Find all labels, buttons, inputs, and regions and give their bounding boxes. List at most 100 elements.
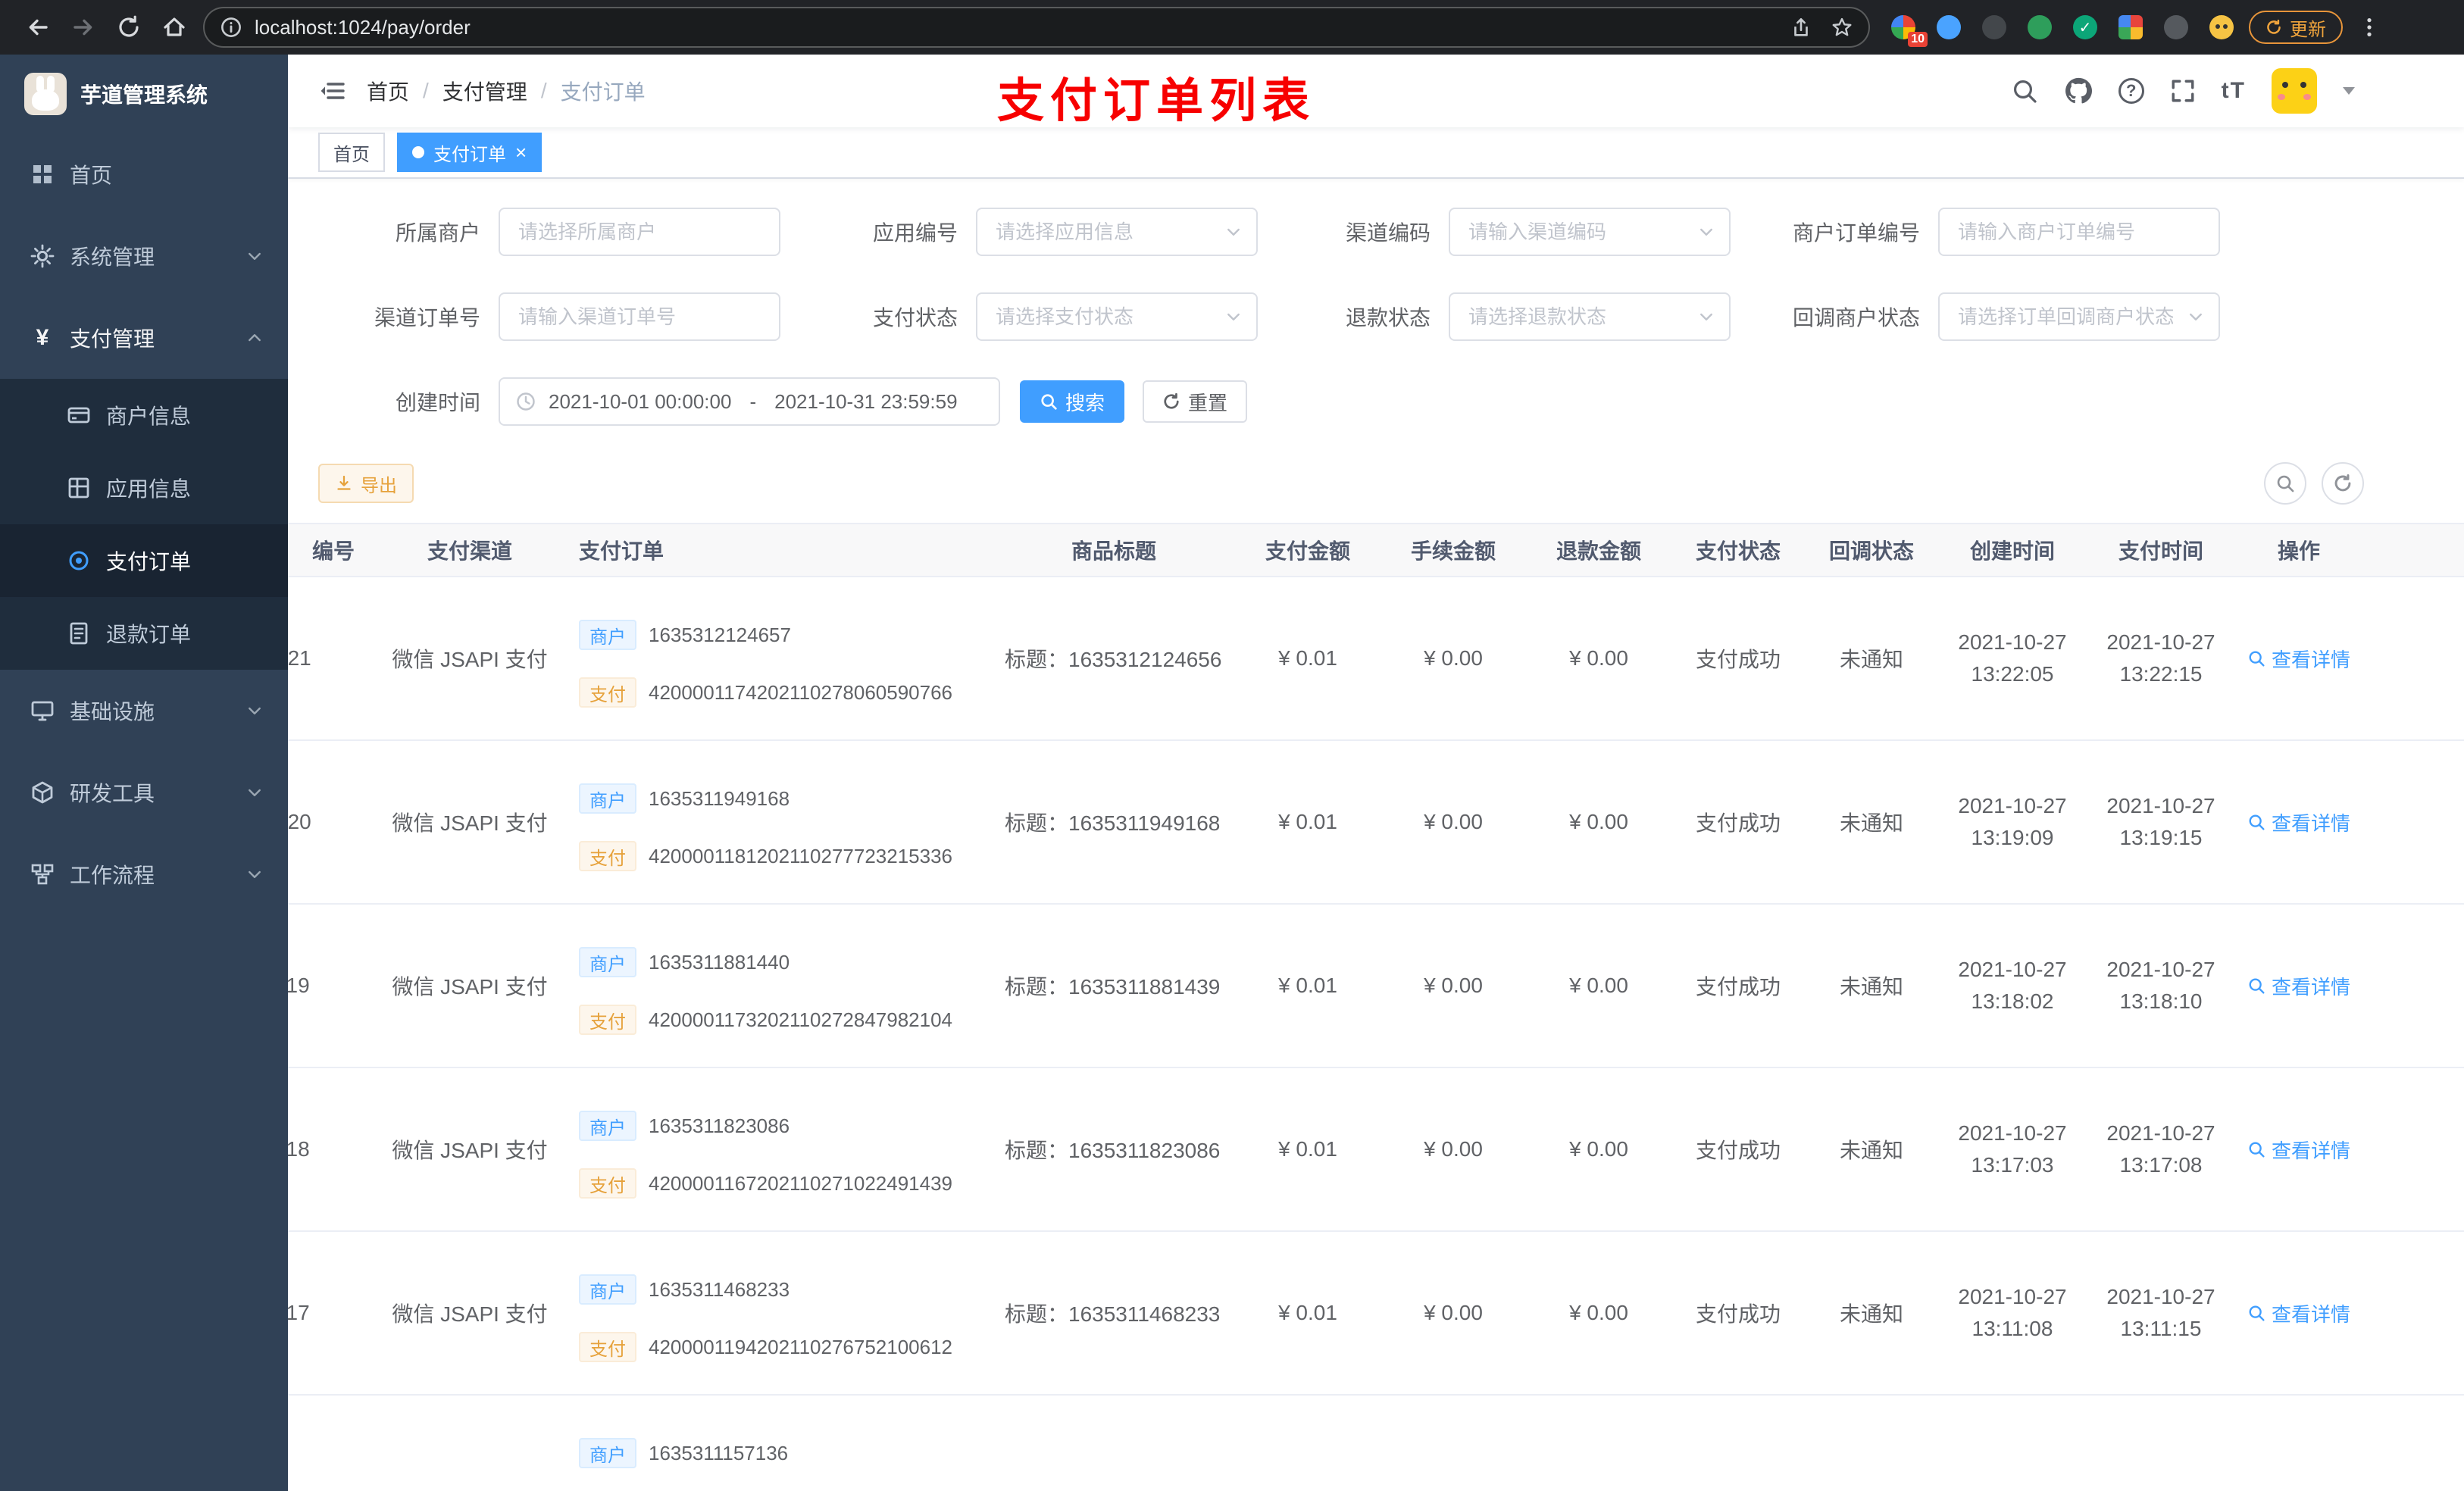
breadcrumb-home[interactable]: 首页	[367, 76, 409, 106]
url-text[interactable]: localhost:1024/pay/order	[255, 16, 1771, 39]
navbar-actions: ? tT	[2011, 68, 2440, 114]
refresh-button[interactable]	[2322, 462, 2364, 505]
extension-icon-7[interactable]	[2164, 15, 2188, 39]
sidebar-item-dev-tools[interactable]: 研发工具	[0, 752, 288, 833]
screen: localhost:1024/pay/order 10 ✓ 更新 芋道管理系统 …	[0, 0, 2464, 1491]
filter-row-2: 渠道订单号 支付状态 退款状态 回调商户状态	[318, 292, 2464, 341]
forward-icon[interactable]	[61, 5, 106, 50]
pay-status-select[interactable]	[976, 292, 1258, 341]
view-detail-link[interactable]: 查看详情	[2247, 1299, 2350, 1327]
tab-pay-order[interactable]: 支付订单 ×	[397, 133, 543, 172]
pay-status-cell: 支付成功	[1695, 811, 1781, 835]
pay-tag: 支付	[579, 677, 636, 708]
home-icon[interactable]	[152, 5, 197, 50]
reload-icon[interactable]	[106, 5, 152, 50]
sidebar-item-label: 支付管理	[70, 327, 155, 351]
toggle-search-button[interactable]	[2264, 462, 2306, 505]
browser-update-button[interactable]: 更新	[2249, 11, 2343, 44]
pay-order-line: 支付 4200001173202110272847982104	[561, 1005, 993, 1035]
user-avatar[interactable]	[2272, 68, 2317, 114]
share-icon[interactable]	[1790, 16, 1812, 39]
callback-status-select[interactable]	[1938, 292, 2220, 341]
table-row: 120 微信 JSAPI 支付 商户 1635311949168 支付 4200…	[288, 741, 2464, 905]
create-time-range[interactable]: 2021-10-01 00:00:00 - 2021-10-31 23:59:5…	[499, 377, 1000, 426]
extension-icon-4[interactable]	[2028, 15, 2052, 39]
table-row: 118 微信 JSAPI 支付 商户 1635311823086 支付 4200…	[288, 1068, 2464, 1232]
pay-order-cell: 商户 1635311823086 支付 42000011672021102710…	[561, 1068, 993, 1230]
sidebar-item-system[interactable]: 系统管理	[0, 215, 288, 297]
create-time: 13:18:02	[1971, 989, 2054, 1013]
merchant-tag: 商户	[579, 1274, 636, 1305]
site-info-icon[interactable]	[220, 16, 242, 39]
table-header-cell: 编号	[311, 539, 355, 563]
bookmark-star-icon[interactable]	[1831, 16, 1853, 39]
sidebar-item-app-info[interactable]: 应用信息	[0, 452, 288, 524]
search-icon[interactable]	[2011, 77, 2038, 105]
github-icon[interactable]	[2064, 77, 2093, 105]
pay-amount-cell: ¥ 0.01	[1278, 1301, 1337, 1324]
extension-badge: 10	[1908, 32, 1928, 47]
merchant-order-no-input[interactable]	[1938, 208, 2220, 256]
search-button[interactable]: 搜索	[1020, 380, 1125, 423]
url-bar[interactable]: localhost:1024/pay/order	[203, 7, 1870, 48]
fee-amount-cell: ¥ 0.00	[1424, 810, 1483, 833]
export-button[interactable]: 导出	[318, 464, 414, 503]
table-row: 121 微信 JSAPI 支付 商户 1635312124657 支付 4200…	[288, 577, 2464, 741]
extension-icon-6[interactable]	[2118, 15, 2143, 39]
table-row: 117 微信 JSAPI 支付 商户 1635311468233 支付 4200…	[288, 1232, 2464, 1396]
yen-icon: ¥	[36, 325, 49, 350]
pay-date: 2021-10-27	[2106, 958, 2215, 981]
reset-button[interactable]: 重置	[1143, 380, 1248, 423]
pay-tag: 支付	[579, 841, 636, 871]
sidebar-item-label: 研发工具	[70, 782, 155, 805]
view-detail-link[interactable]: 查看详情	[2247, 972, 2350, 1000]
fee-amount-cell: ¥ 0.00	[1424, 646, 1483, 670]
view-detail-link[interactable]: 查看详情	[2247, 1136, 2350, 1164]
extension-icon-3[interactable]	[1982, 15, 2006, 39]
active-dot	[412, 146, 424, 158]
extension-icon-5[interactable]: ✓	[2073, 15, 2097, 39]
back-icon[interactable]	[15, 5, 61, 50]
pay-tag: 支付	[579, 1332, 636, 1362]
merchant-select[interactable]	[499, 208, 780, 256]
sidebar-item-payment[interactable]: ¥ 支付管理	[0, 297, 288, 379]
channel-code-select[interactable]	[1449, 208, 1731, 256]
view-detail-link[interactable]: 查看详情	[2247, 808, 2350, 836]
create-time: 13:11:08	[1972, 1317, 2053, 1340]
sidebar-item-pay-order[interactable]: 支付订单	[0, 524, 288, 597]
search-button-label: 搜索	[1065, 391, 1105, 414]
tab-home[interactable]: 首页	[318, 133, 385, 172]
dashboard-icon	[30, 162, 55, 186]
close-icon[interactable]: ×	[515, 142, 527, 162]
fullscreen-icon[interactable]	[2170, 78, 2196, 104]
pay-time-cell: 2021-10-27 13:11:15	[2087, 1281, 2235, 1345]
date-start[interactable]: 2021-10-01 00:00:00	[549, 390, 731, 414]
sidebar-item-workflow[interactable]: 工作流程	[0, 833, 288, 915]
extension-icon-1[interactable]: 10	[1891, 15, 1928, 47]
clock-icon	[515, 391, 536, 412]
font-size-icon[interactable]: tT	[2222, 78, 2246, 104]
callback-status-cell: 未通知	[1839, 975, 1903, 999]
pay-date: 2021-10-27	[2106, 630, 2215, 654]
sidebar-item-home[interactable]: 首页	[0, 133, 288, 215]
date-end[interactable]: 2021-10-31 23:59:59	[774, 390, 957, 414]
browser-menu-icon[interactable]	[2358, 16, 2381, 39]
profile-avatar[interactable]	[2209, 15, 2234, 39]
channel-order-no-input[interactable]	[499, 292, 780, 341]
help-icon[interactable]: ?	[2118, 78, 2144, 104]
table-header-cell: 支付渠道	[427, 539, 512, 563]
view-detail-link[interactable]: 查看详情	[2247, 645, 2350, 673]
refund-status-select[interactable]	[1449, 292, 1731, 341]
app-select[interactable]	[976, 208, 1258, 256]
sidebar-item-merchant-info[interactable]: 商户信息	[0, 379, 288, 452]
sidebar-item-label: 基础设施	[70, 700, 155, 724]
filter-label: 应用编号	[872, 221, 958, 245]
breadcrumb-payment[interactable]: 支付管理	[442, 76, 527, 106]
extension-icon-2[interactable]	[1937, 15, 1961, 39]
merchant-tag: 商户	[579, 1111, 636, 1141]
sidebar-toggle-icon[interactable]	[312, 71, 352, 111]
app-logo[interactable]: 芋道管理系统	[0, 55, 288, 133]
sidebar-item-infrastructure[interactable]: 基础设施	[0, 670, 288, 752]
avatar-caret-icon[interactable]	[2343, 87, 2355, 95]
sidebar-item-refund-order[interactable]: 退款订单	[0, 597, 288, 670]
